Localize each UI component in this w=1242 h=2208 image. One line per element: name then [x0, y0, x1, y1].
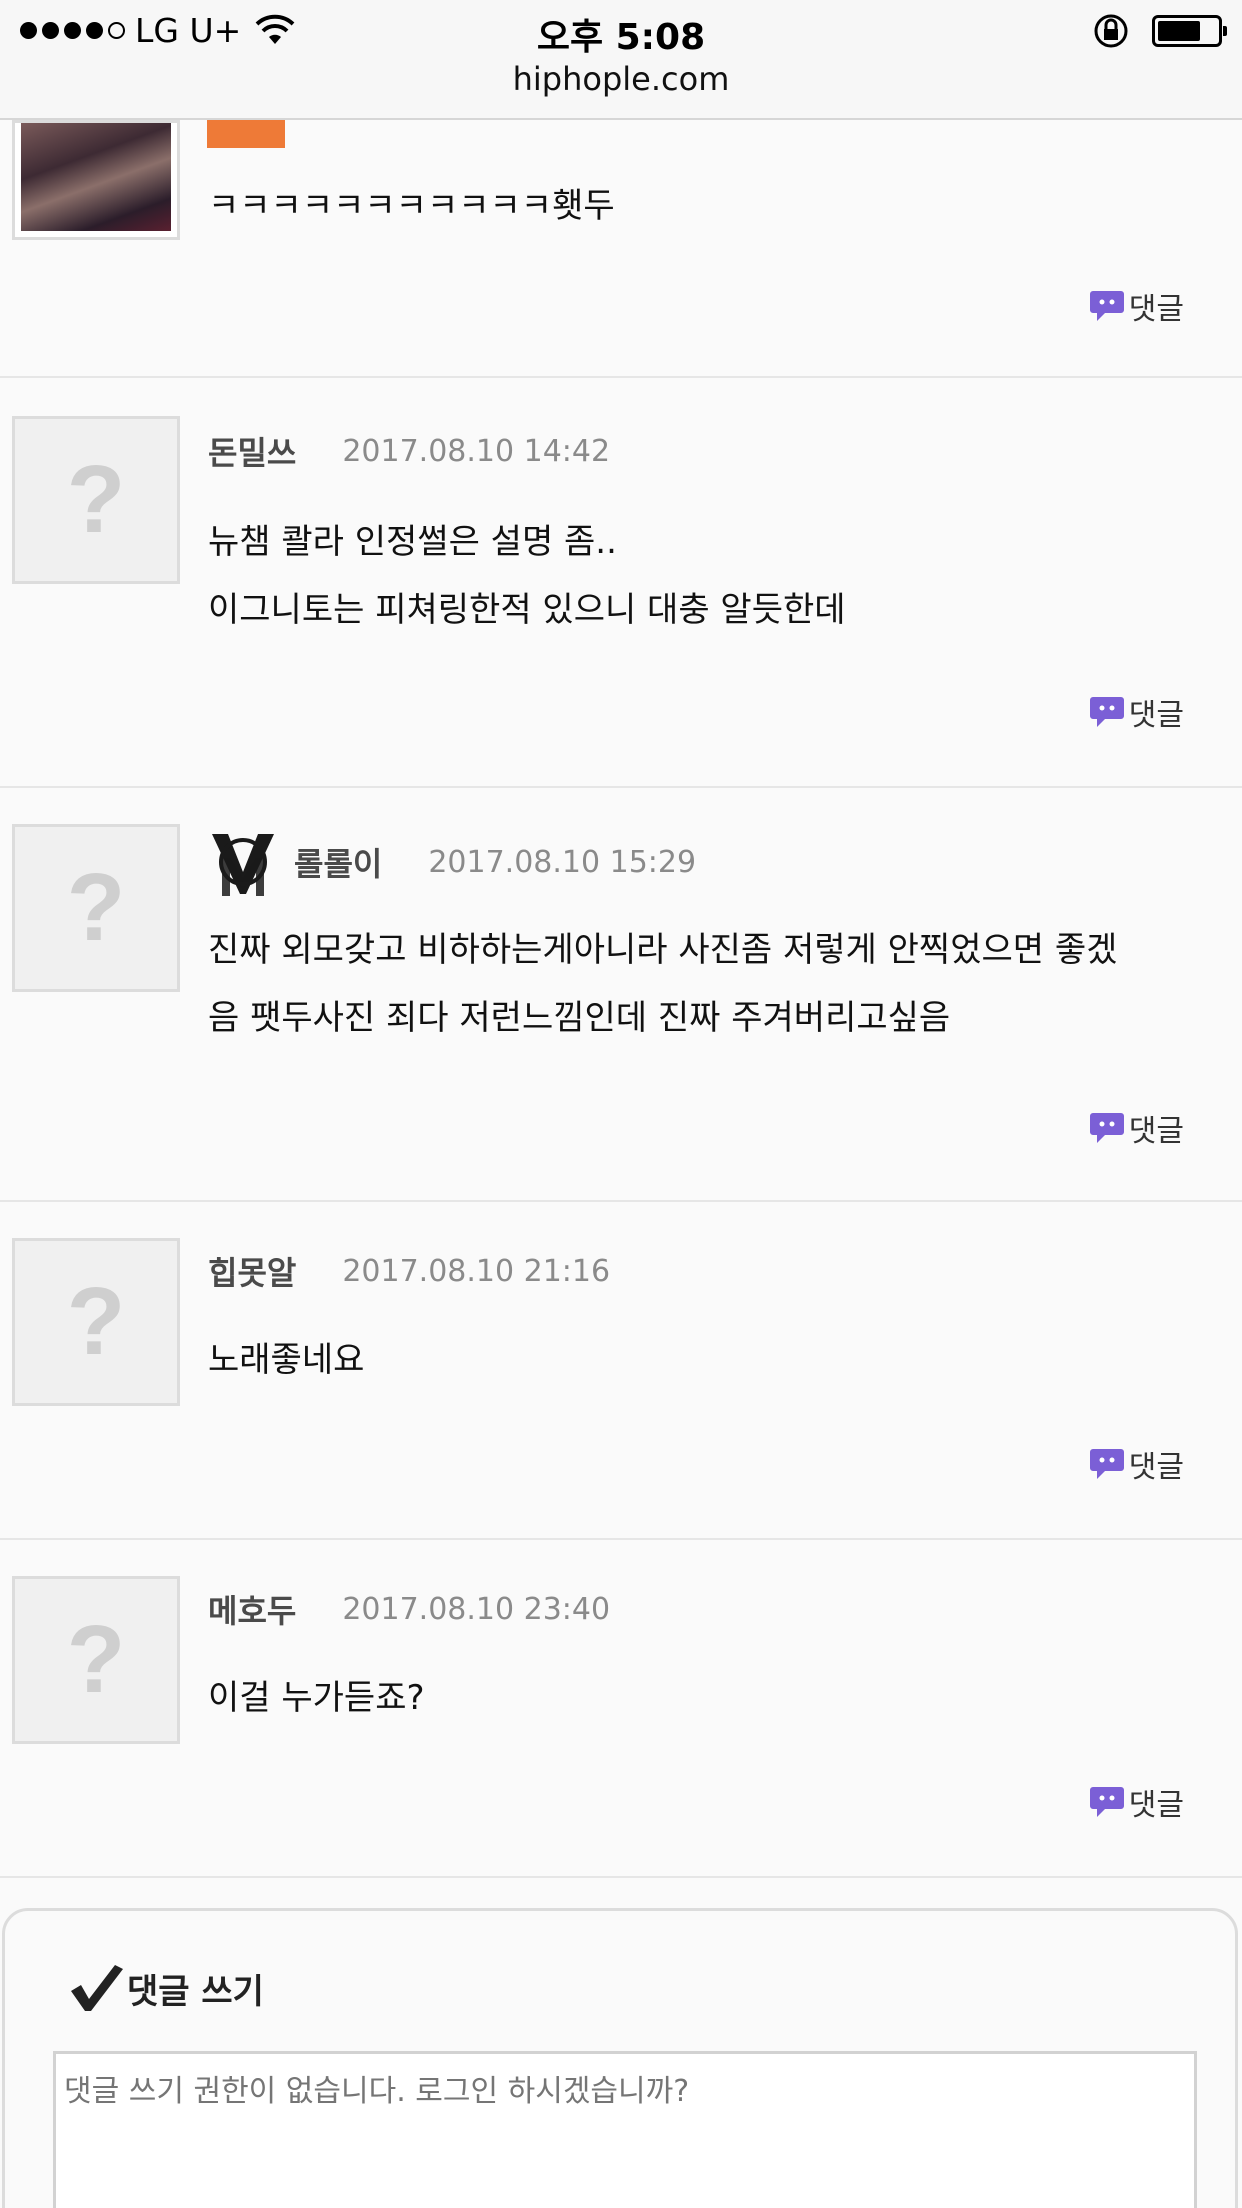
avatar-placeholder: ?: [12, 824, 180, 992]
write-title-label: 댓글 쓰기: [127, 1971, 264, 2012]
comment-input[interactable]: [53, 2051, 1197, 2208]
reply-button[interactable]: 댓글: [1089, 284, 1184, 328]
comment-text: 뉴챔 콸라 인정썰은 설명 좀.. 이그니토는 피쳐링한적 있으니 대충 알듯한…: [208, 522, 846, 630]
reply-button[interactable]: 댓글: [1089, 1780, 1184, 1824]
vm-logo-icon: [212, 834, 274, 896]
comment-item: ? 돈밀쓰 2017.08.10 14:42 뉴챔 콸라 인정썰은 설명 좀..…: [0, 378, 1242, 788]
reply-label: 댓글: [1128, 698, 1184, 733]
url-bar[interactable]: hiphople.com: [0, 60, 1242, 98]
avatar-image: [12, 120, 180, 240]
comment-text: ㅋㅋㅋㅋㅋㅋㅋㅋㅋㅋㅋ횃두: [208, 186, 615, 226]
reply-button[interactable]: 댓글: [1089, 1442, 1184, 1486]
reply-button[interactable]: 댓글: [1089, 690, 1184, 734]
comment-write-panel: 댓글 쓰기: [2, 1908, 1238, 2208]
comment-item: ? 힙못알 2017.08.10 21:16 노래좋네요 댓글: [0, 1202, 1242, 1540]
clock: 오후 5:08: [536, 17, 706, 58]
speech-bubble-icon: [1089, 291, 1124, 321]
comment-item: ㅋㅋㅋㅋㅋㅋㅋㅋㅋㅋㅋ횃두 댓글: [0, 120, 1242, 378]
comment-date: 2017.08.10 14:42: [342, 433, 611, 469]
reply-label: 댓글: [1128, 292, 1184, 327]
comment-author[interactable]: 롤롤이: [294, 839, 382, 885]
comment-author[interactable]: 돈밀쓰: [208, 428, 296, 474]
comment-text: 노래좋네요: [208, 1340, 365, 1380]
speech-bubble-icon: [1089, 1113, 1124, 1143]
comment-author[interactable]: 힙못알: [208, 1248, 296, 1294]
rotation-lock-icon: [1094, 14, 1128, 48]
speech-bubble-icon: [1089, 697, 1124, 727]
speech-bubble-icon: [1089, 1787, 1124, 1817]
avatar-placeholder: ?: [12, 1238, 180, 1406]
reply-label: 댓글: [1128, 1114, 1184, 1149]
comment-item: ? 롤롤이 2017.08.10 15:29 진짜 외모갖고 비하하는게아니라 …: [0, 788, 1242, 1202]
comment-author[interactable]: 메호두: [208, 1586, 296, 1632]
checkmark-icon: [71, 1965, 123, 2011]
write-title: 댓글 쓰기: [67, 1963, 264, 2013]
comment-date: 2017.08.10 23:40: [342, 1591, 611, 1627]
reply-label: 댓글: [1128, 1788, 1184, 1823]
battery-icon: [1152, 15, 1227, 47]
avatar-placeholder: ?: [12, 416, 180, 584]
level-badge: [207, 120, 285, 148]
comment-text: 이걸 누가듣죠?: [208, 1678, 425, 1718]
comment-text: 진짜 외모갖고 비하하는게아니라 사진좀 저렇게 안찍었으면 좋겠 음 팻두사진…: [208, 930, 1118, 1038]
avatar-placeholder: ?: [12, 1576, 180, 1744]
comment-date: 2017.08.10 15:29: [428, 844, 697, 880]
comment-date: 2017.08.10 21:16: [342, 1253, 611, 1289]
speech-bubble-icon: [1089, 1449, 1124, 1479]
comment-item: ? 메호두 2017.08.10 23:40 이걸 누가듣죠? 댓글: [0, 1540, 1242, 1878]
status-bar: LG U+ 오후 5:08 hiphople.com: [0, 0, 1242, 120]
reply-label: 댓글: [1128, 1450, 1184, 1485]
reply-button[interactable]: 댓글: [1089, 1106, 1184, 1150]
